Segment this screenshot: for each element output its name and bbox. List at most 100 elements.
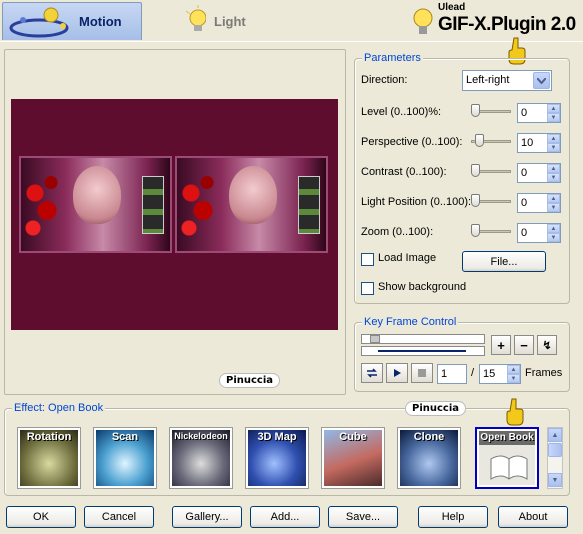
current-frame-value: 1 — [441, 368, 448, 380]
ok-button[interactable]: OK — [6, 506, 76, 528]
spin-down-icon[interactable]: ▼ — [547, 113, 560, 122]
perspective-value: 10 — [521, 137, 534, 149]
effect-label: Scan — [111, 431, 139, 443]
load-image-checkbox[interactable] — [361, 253, 374, 266]
help-button[interactable]: Help — [418, 506, 488, 528]
spin-down-icon[interactable]: ▼ — [507, 374, 520, 383]
level-stepper[interactable]: 0 ▲ ▼ — [517, 103, 561, 123]
parameters-title: Parameters — [362, 52, 423, 64]
spin-down-icon[interactable]: ▼ — [547, 233, 560, 242]
perspective-slider[interactable] — [471, 134, 511, 148]
spin-up-icon[interactable]: ▲ — [547, 134, 560, 143]
rotation-icon: Rotation — [20, 430, 78, 486]
book-left-page — [19, 156, 172, 253]
effect-clone[interactable]: Clone — [397, 427, 461, 489]
effects-scrollbar[interactable]: ▲ ▼ — [547, 427, 563, 489]
roses-image — [179, 172, 219, 242]
tab-motion[interactable]: Motion — [2, 2, 142, 40]
show-background-checkbox[interactable] — [361, 282, 374, 295]
preview-watermark: Pinuccia — [219, 373, 281, 388]
spin-down-icon[interactable]: ▼ — [547, 143, 560, 152]
scroll-up-icon[interactable]: ▲ — [548, 428, 562, 442]
effect-3d-map[interactable]: 3D Map — [245, 427, 309, 489]
tab-motion-label: Motion — [79, 14, 122, 29]
effect-open-book[interactable]: Open Book — [475, 427, 539, 489]
add-button[interactable]: Add... — [250, 506, 320, 528]
perspective-label: Perspective (0..100): — [361, 136, 463, 148]
zoom-label: Zoom (0..100): — [361, 226, 434, 238]
direction-value: Left-right — [466, 74, 510, 86]
play-icon[interactable] — [386, 363, 408, 383]
preview-canvas — [11, 99, 338, 330]
effect-rotation[interactable]: Rotation — [17, 427, 81, 489]
contrast-slider[interactable] — [471, 164, 511, 178]
contrast-label: Contrast (0..100): — [361, 166, 447, 178]
effect-label: Open Book — [480, 432, 534, 443]
total-frames-stepper[interactable]: 15 ▲ ▼ — [479, 364, 521, 384]
clone-icon: Clone — [400, 430, 458, 486]
load-image-label: Load Image — [378, 252, 437, 264]
curve-tool-button[interactable]: ↯ — [537, 335, 557, 355]
contrast-stepper[interactable]: 0 ▲ ▼ — [517, 163, 561, 183]
light-position-stepper[interactable]: 0 ▲ ▼ — [517, 193, 561, 213]
tab-bar: Motion Light Ulead GIF-X.Plugin 2.0 — [0, 0, 583, 42]
tab-light-label: Light — [214, 13, 246, 29]
thumbnail-strip — [142, 176, 164, 234]
stop-icon[interactable] — [411, 363, 433, 383]
effect-label: Clone — [413, 431, 445, 443]
add-keyframe-button[interactable]: + — [491, 335, 511, 355]
face-image — [73, 166, 121, 224]
level-value: 0 — [521, 107, 528, 119]
total-frames-value: 15 — [483, 368, 496, 380]
face-image — [229, 166, 277, 224]
current-frame-field[interactable]: 1 — [437, 364, 467, 384]
effect-nickelodeon[interactable]: Nickelodeon — [169, 427, 233, 489]
cancel-button[interactable]: Cancel — [84, 506, 154, 528]
thumbnail-strip — [298, 176, 320, 234]
direction-select[interactable]: Left-right — [462, 70, 552, 91]
scroll-thumb[interactable] — [548, 443, 562, 457]
light-bulb-icon — [413, 8, 433, 34]
remove-keyframe-button[interactable]: − — [514, 335, 534, 355]
spin-down-icon[interactable]: ▼ — [547, 173, 560, 182]
scroll-down-icon[interactable]: ▼ — [548, 473, 562, 487]
light-bulb-icon — [185, 5, 206, 31]
save-button[interactable]: Save... — [328, 506, 398, 528]
effect-scan[interactable]: Scan — [93, 427, 157, 489]
perspective-stepper[interactable]: 10 ▲ ▼ — [517, 133, 561, 153]
file-button[interactable]: File... — [462, 251, 546, 272]
effect-cube[interactable]: Cube — [321, 427, 385, 489]
pointing-hand-icon — [506, 398, 524, 426]
scan-icon: Scan — [96, 430, 154, 486]
level-label: Level (0..100)%: — [361, 106, 442, 118]
nickelodeon-icon: Nickelodeon — [172, 430, 230, 486]
spin-up-icon[interactable]: ▲ — [547, 164, 560, 173]
keyframe-track-bottom[interactable] — [361, 346, 485, 356]
gallery-button[interactable]: Gallery... — [172, 506, 242, 528]
spin-up-icon[interactable]: ▲ — [547, 224, 560, 233]
zoom-stepper[interactable]: 0 ▲ ▼ — [517, 223, 561, 243]
loop-icon[interactable] — [361, 363, 383, 383]
brand-logo: Ulead GIF-X.Plugin 2.0 — [408, 0, 583, 42]
tab-light[interactable]: Light — [144, 2, 284, 40]
effect-title: Effect: Open Book — [12, 402, 106, 414]
spin-down-icon[interactable]: ▼ — [547, 203, 560, 212]
spin-up-icon[interactable]: ▲ — [507, 365, 520, 374]
zoom-slider[interactable] — [471, 224, 511, 238]
brand-company: Ulead — [438, 2, 466, 13]
light-position-value: 0 — [521, 197, 528, 209]
show-background-label: Show background — [378, 281, 467, 293]
keyframe-track-top[interactable] — [361, 334, 485, 344]
direction-label: Direction: — [361, 74, 408, 86]
light-position-label: Light Position (0..100): — [361, 196, 472, 208]
open-book-icon: Open Book — [479, 431, 535, 485]
roses-image — [23, 172, 63, 242]
light-position-slider[interactable] — [471, 194, 511, 208]
spin-up-icon[interactable]: ▲ — [547, 194, 560, 203]
chevron-down-icon[interactable] — [533, 72, 550, 89]
level-slider[interactable] — [471, 104, 511, 118]
effect-label: Rotation — [26, 431, 72, 443]
spin-up-icon[interactable]: ▲ — [547, 104, 560, 113]
about-button[interactable]: About — [498, 506, 568, 528]
effects-watermark: Pinuccia — [405, 401, 467, 416]
